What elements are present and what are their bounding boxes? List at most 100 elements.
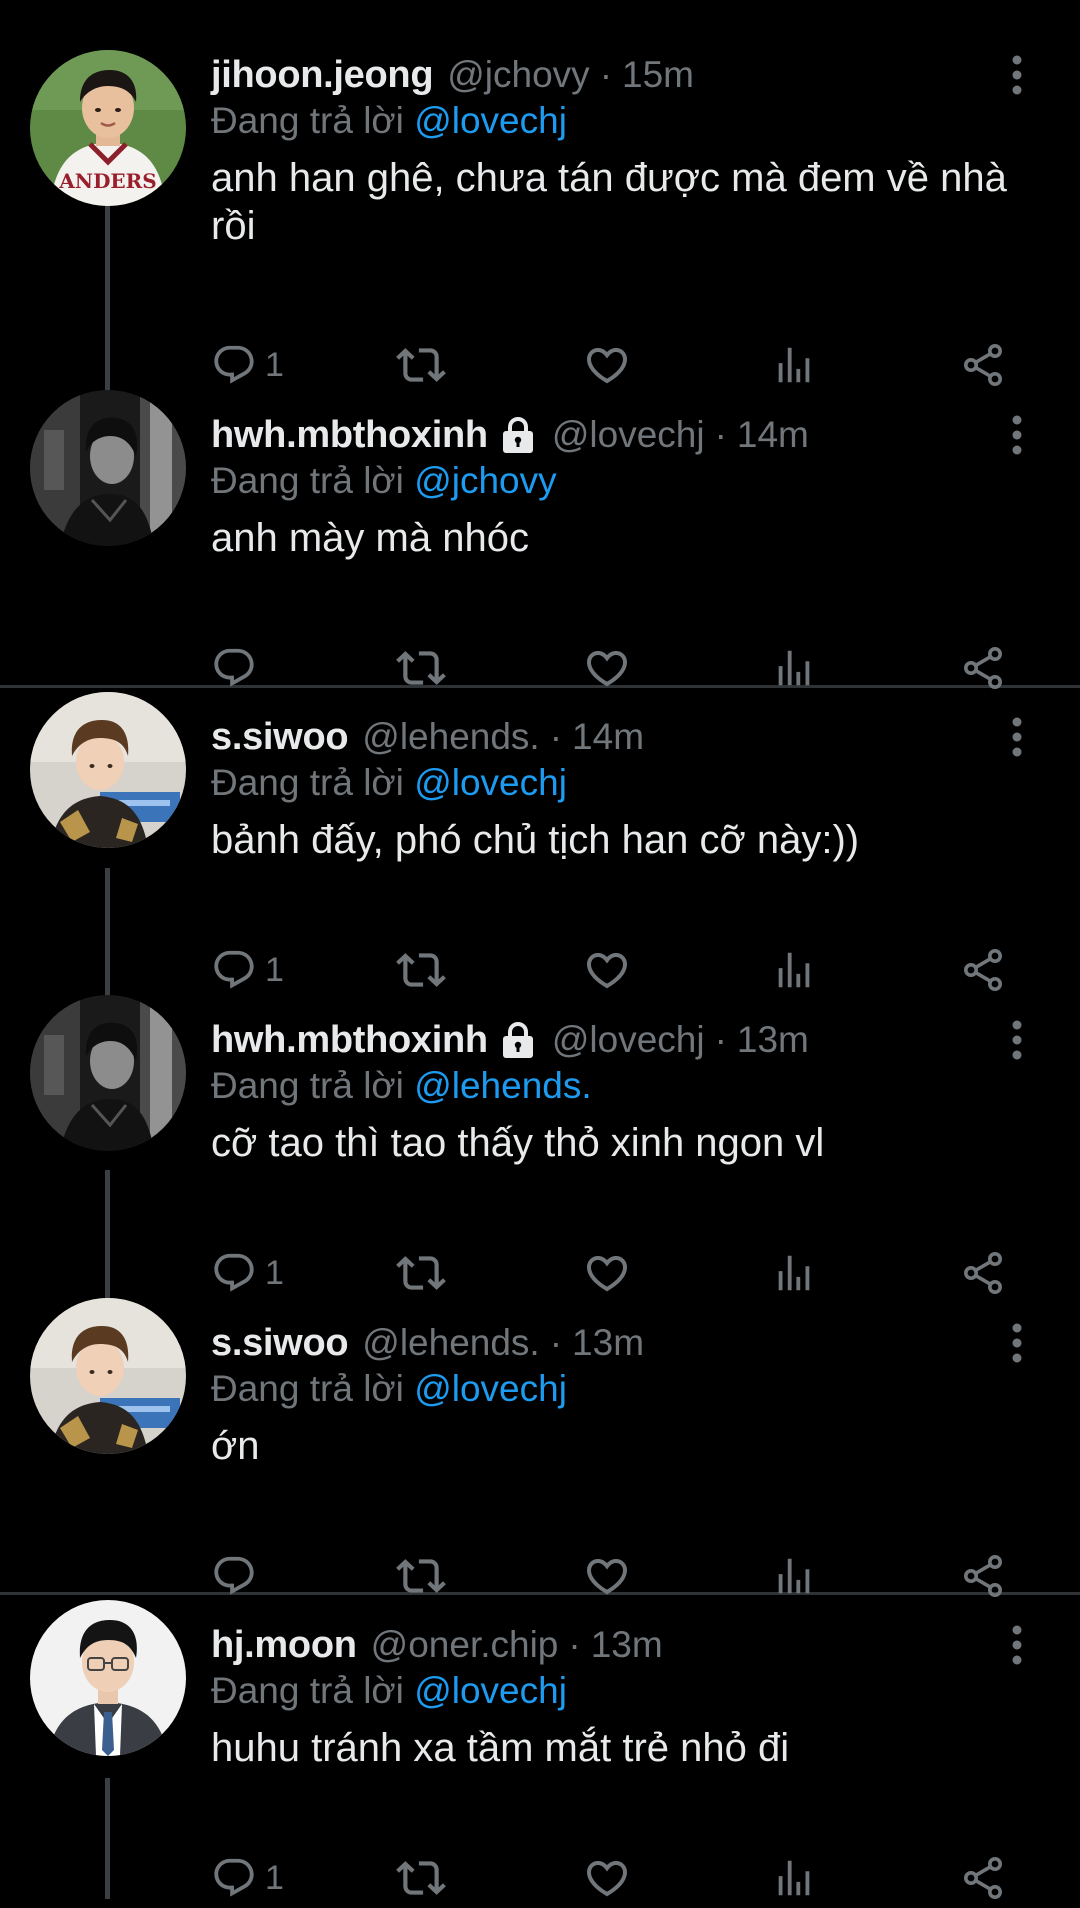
reply-button[interactable]: 1 [211, 335, 284, 395]
share-icon [959, 1854, 1007, 1902]
like-button[interactable] [583, 1848, 631, 1908]
replying-to-mention[interactable]: @lovechj [414, 1670, 567, 1711]
retweet-button[interactable] [396, 1243, 446, 1303]
replying-to-line: Đang trả lời @lehends. [211, 1065, 592, 1107]
retweet-icon [396, 945, 446, 995]
retweet-button[interactable] [396, 638, 446, 698]
user-handle[interactable]: @jchovy [447, 54, 589, 96]
like-icon [583, 946, 631, 994]
avatar-jersey-photo[interactable]: ANDERS [30, 50, 186, 206]
timestamp[interactable]: 13m [591, 1624, 663, 1666]
avatar-stage-photo[interactable] [30, 1298, 186, 1454]
replying-to-mention[interactable]: @lovechj [414, 1368, 567, 1409]
replying-to-mention[interactable]: @jchovy [414, 460, 556, 501]
like-icon [583, 1854, 631, 1902]
display-name[interactable]: hwh.mbthoxinh [211, 414, 488, 457]
reply-icon [211, 947, 257, 993]
tweet-text: cỡ tao thì tao thấy thỏ xinh ngon vl [211, 1121, 825, 1165]
tweet-actions-bar [211, 1546, 1031, 1606]
avatar-suit-photo[interactable] [30, 1600, 186, 1756]
svg-text:ANDERS: ANDERS [58, 169, 156, 193]
reply-icon [211, 645, 257, 691]
replying-to-line: Đang trả lời @lovechj [211, 762, 567, 804]
replying-to-line: Đang trả lời @lovechj [211, 1670, 567, 1712]
user-handle[interactable]: @lovechj [552, 414, 705, 456]
views-button[interactable] [771, 1848, 817, 1908]
like-button[interactable] [583, 1546, 631, 1606]
retweet-button[interactable] [396, 1546, 446, 1606]
avatar-dark-photo[interactable] [30, 390, 186, 546]
more-options-icon[interactable] [1000, 1015, 1034, 1065]
user-handle[interactable]: @oner.chip [371, 1624, 559, 1666]
replying-to-mention[interactable]: @lovechj [414, 762, 567, 803]
views-button[interactable] [771, 1243, 817, 1303]
views-button[interactable] [771, 335, 817, 395]
replying-to-mention[interactable]: @lehends. [414, 1065, 591, 1106]
retweet-icon [396, 340, 446, 390]
retweet-icon [396, 643, 446, 693]
more-options-icon[interactable] [1000, 1318, 1034, 1368]
user-handle[interactable]: @lehends. [362, 1322, 539, 1364]
like-button[interactable] [583, 638, 631, 698]
tweet-header: jihoon.jeong @jchovy · 15m [211, 50, 694, 100]
timestamp[interactable]: 14m [572, 716, 644, 758]
more-options-icon[interactable] [1000, 712, 1034, 762]
retweet-button[interactable] [396, 1848, 446, 1908]
more-options-icon[interactable] [1000, 410, 1034, 460]
like-icon [583, 1249, 631, 1297]
share-button[interactable] [959, 1848, 1007, 1908]
reply-button[interactable]: 1 [211, 940, 284, 1000]
share-button[interactable] [959, 940, 1007, 1000]
views-button[interactable] [771, 1546, 817, 1606]
like-button[interactable] [583, 1243, 631, 1303]
share-button[interactable] [959, 335, 1007, 395]
user-handle[interactable]: @lehends. [362, 716, 539, 758]
like-button[interactable] [583, 335, 631, 395]
replying-to-line: Đang trả lời @lovechj [211, 1368, 567, 1410]
timestamp[interactable]: 13m [737, 1019, 809, 1061]
like-icon [583, 341, 631, 389]
timestamp[interactable]: 15m [622, 54, 694, 96]
share-button[interactable] [959, 638, 1007, 698]
display-name[interactable]: s.siwoo [211, 716, 349, 759]
display-name[interactable]: s.siwoo [211, 1322, 349, 1365]
tweet-actions-bar [211, 638, 1031, 698]
like-button[interactable] [583, 940, 631, 1000]
replying-to-mention[interactable]: @lovechj [414, 100, 567, 141]
reply-button[interactable] [211, 638, 265, 698]
views-icon [771, 1553, 817, 1599]
share-icon [959, 1552, 1007, 1600]
more-options-icon[interactable] [1000, 1620, 1034, 1670]
tweet-header: hj.moon @oner.chip · 13m [211, 1620, 663, 1670]
protected-lock-icon [498, 1020, 538, 1060]
reply-button[interactable] [211, 1546, 265, 1606]
reply-button[interactable]: 1 [211, 1848, 284, 1908]
more-options-icon[interactable] [1000, 50, 1034, 100]
reply-button[interactable]: 1 [211, 1243, 284, 1303]
separator-dot: · [599, 54, 613, 95]
retweet-button[interactable] [396, 940, 446, 1000]
views-button[interactable] [771, 940, 817, 1000]
thread-connector-line [105, 190, 110, 410]
display-name[interactable]: hj.moon [211, 1624, 357, 1667]
avatar-dark-photo[interactable] [30, 995, 186, 1151]
timestamp[interactable]: 14m [737, 414, 809, 456]
reply-icon [211, 1855, 257, 1901]
share-icon [959, 341, 1007, 389]
display-name[interactable]: jihoon.jeong [211, 54, 434, 97]
share-button[interactable] [959, 1546, 1007, 1606]
reply-count: 1 [265, 1858, 284, 1897]
separator-dot: · [714, 414, 727, 455]
replying-to-label: Đang trả lời [211, 762, 404, 803]
tweet-text: anh han ghê, chưa tán được mà đem về nhà… [211, 156, 1007, 248]
replying-to-label: Đang trả lời [211, 1368, 404, 1409]
avatar-stage-photo[interactable] [30, 692, 186, 848]
timestamp[interactable]: 13m [572, 1322, 644, 1364]
user-handle[interactable]: @lovechj [552, 1019, 705, 1061]
display-name[interactable]: hwh.mbthoxinh [211, 1019, 488, 1062]
views-button[interactable] [771, 638, 817, 698]
replying-to-label: Đang trả lời [211, 460, 404, 501]
retweet-button[interactable] [396, 335, 446, 395]
share-button[interactable] [959, 1243, 1007, 1303]
views-icon [771, 342, 817, 388]
